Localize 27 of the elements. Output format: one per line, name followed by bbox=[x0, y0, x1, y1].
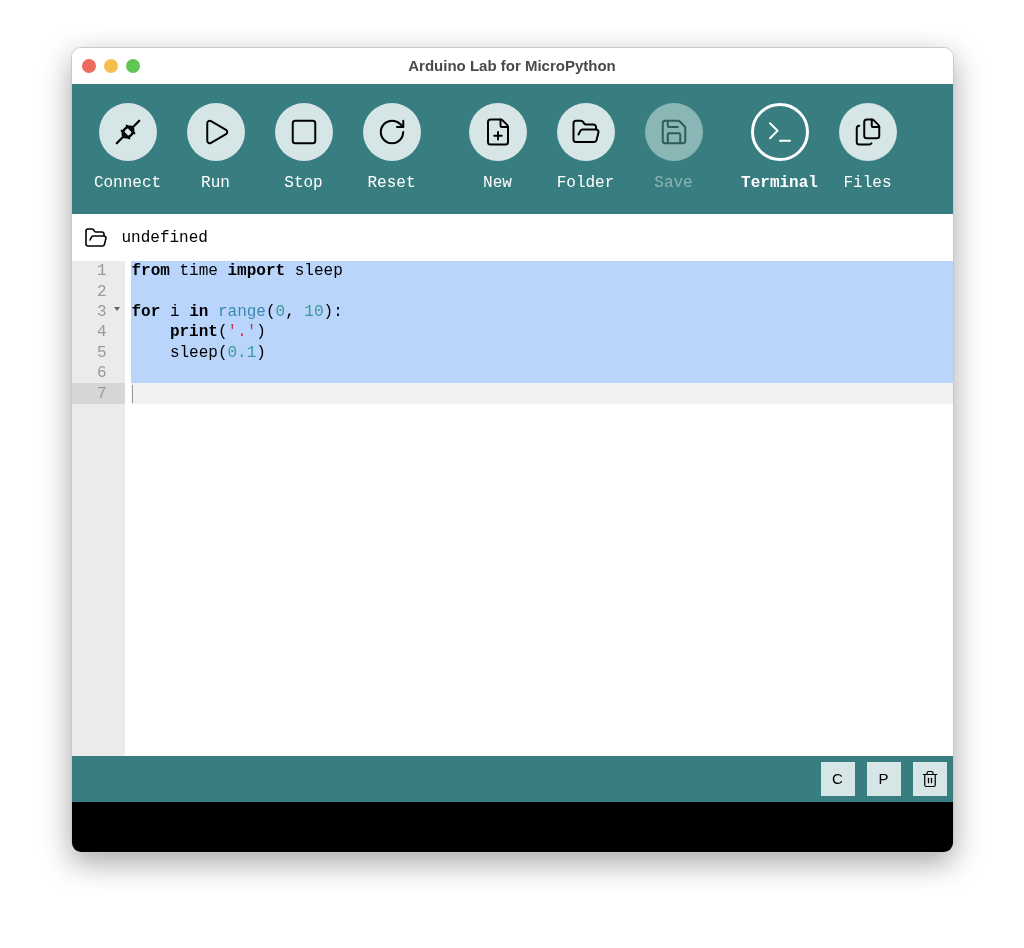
panel-button[interactable]: C bbox=[820, 762, 855, 796]
toolbar-button[interactable]: Run bbox=[171, 103, 260, 195]
toolbar-button[interactable]: New bbox=[453, 103, 542, 195]
trash-button[interactable] bbox=[912, 762, 947, 796]
close-icon[interactable] bbox=[81, 59, 96, 73]
toolbar-button[interactable]: Stop bbox=[259, 103, 348, 195]
toolbar-button[interactable]: Files bbox=[823, 103, 912, 195]
panel-button[interactable]: P bbox=[866, 762, 901, 796]
toolbar-button[interactable]: Folder bbox=[541, 103, 630, 195]
line-number: 2 bbox=[96, 281, 107, 303]
toolbar-button[interactable]: Connect bbox=[83, 103, 172, 195]
line-number: 5 bbox=[96, 342, 107, 364]
line-number: 1 bbox=[96, 261, 107, 283]
maximize-icon[interactable] bbox=[125, 59, 140, 73]
minimize-icon[interactable] bbox=[103, 59, 118, 73]
line-number: 7 bbox=[96, 383, 107, 405]
line-number: 4 bbox=[96, 322, 107, 344]
toolbar-button[interactable]: Reset bbox=[347, 103, 436, 195]
window-title: Arduino Lab for MicroPython bbox=[408, 55, 616, 76]
toolbar-button[interactable]: Terminal bbox=[735, 103, 824, 195]
text-cursor bbox=[131, 384, 133, 403]
trash-icon bbox=[920, 770, 939, 788]
line-number: 6 bbox=[96, 363, 107, 385]
folder-icon bbox=[83, 225, 108, 250]
line-number: 3 bbox=[96, 302, 107, 323]
file-path: undefined bbox=[121, 227, 208, 249]
fold-caret-icon[interactable] bbox=[113, 306, 120, 311]
